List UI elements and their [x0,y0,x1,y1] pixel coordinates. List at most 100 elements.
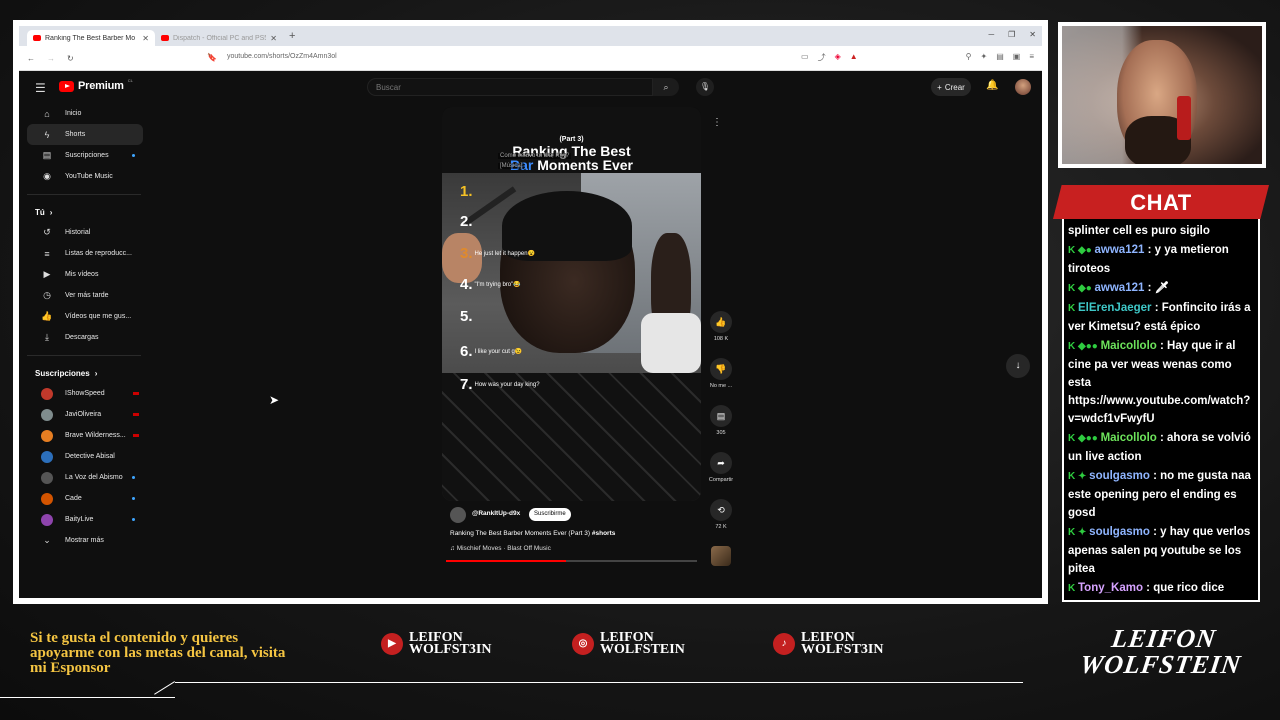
sidebar-channel-ishowspeed[interactable]: IShowSpeed [27,383,143,404]
caption-text: Como estuvo tu día, Rey? [498,153,572,159]
new-tab-button[interactable]: + [289,30,295,42]
close-tab-icon[interactable]: ✕ [270,34,277,43]
chat-message: K ◆● awwa121 : 🗡 [1068,279,1254,298]
sidebar-item-youtube-music[interactable]: ◉ YouTube Music [27,166,143,187]
shorts-player[interactable]: (Part 3) Ranking The Best Bar Moments Ev… [442,107,701,501]
dislike-button[interactable]: 👎 No me ... [707,358,735,389]
sidebar-channel-baitylive[interactable]: BaityLive [27,509,143,530]
thumbs-up-icon: 👍 [710,311,732,333]
sidebar-item-label: YouTube Music [65,173,113,180]
sidebar-item-ver-mas-tarde[interactable]: ◷ Ver más tarde [27,285,143,306]
share-button[interactable]: ➦ Compartir [707,452,735,483]
hamburger-menu-icon[interactable]: ☰ [35,81,46,95]
chat-username: soulgasmo [1089,470,1150,482]
sidebar-item-label: Suscripciones [65,152,109,159]
sidebar-item-inicio[interactable]: ⌂ Inicio [27,103,143,124]
rank-item: 2. [460,213,473,230]
subscribe-button[interactable]: Suscribirme [529,508,571,521]
more-options-icon[interactable]: ⋮ [712,117,722,128]
sidebar-item-label: La Voz del Abismo [65,474,123,481]
video-title[interactable]: Ranking The Best Barber Moments Ever (Pa… [450,530,615,537]
bookmark-icon[interactable]: 🔖 [207,53,217,62]
share-icon[interactable]: ⤴ [818,52,826,63]
forward-icon[interactable]: → [47,54,55,63]
sidebar-item-descargas[interactable]: ⤓ Descargas [27,327,143,348]
chat-badges-icon: K ✦ [1068,471,1090,482]
chat-text: : 🗡 [1147,282,1170,294]
playlist-icon: ≡ [44,248,50,259]
browser-tab[interactable]: Dispatch - Official PC and PS5 Relea ✕ [155,30,283,46]
search-input[interactable]: Buscar [367,78,653,96]
logo-text: Premium [78,80,124,92]
video-title-overlay: (Part 3) Ranking The Best Bar Moments Ev… [442,107,701,173]
chat-message: K Tony_Kamo : que rico dice asjksaj [1068,579,1254,600]
chevron-down-icon: ⌄ [43,535,51,545]
chat-messages: splinter cell es puro sigilo K ◆● awwa12… [1062,219,1260,602]
sidebar-item-shorts[interactable]: ϟ Shorts [27,124,143,145]
sidebar-channel-detective-abisal[interactable]: Detective Abisal [27,446,143,467]
reload-icon[interactable]: ↻ [67,54,74,63]
instagram-icon: ◎ [572,633,594,655]
microphone-icon[interactable]: 🎙 [696,78,714,96]
thumbs-down-icon: 👎 [710,358,732,380]
video-title-text: Ranking The Best Barber Moments Ever (Pa… [450,530,591,537]
puzzle-icon[interactable]: ✦ [981,52,988,63]
cast-icon[interactable]: ▭ [801,52,809,63]
new-content-dot [132,497,135,500]
sidebar-item-mis-videos[interactable]: ▶ Mis vídeos [27,264,143,285]
sidebar-channel-javioliveira[interactable]: JaviOliveira [27,404,143,425]
plus-icon: + [937,82,942,92]
video-hashtag[interactable]: #shorts [592,530,615,537]
chat-badges-icon: K ◆● [1068,283,1095,294]
minimize-icon[interactable]: ─ [988,30,994,39]
sidebar-item-suscripciones[interactable]: ▤ Suscripciones [27,145,143,166]
comment-count: 305 [716,430,726,436]
extension-triangle-icon[interactable]: ▲ [850,52,858,63]
close-tab-icon[interactable]: ✕ [142,34,149,43]
youtube-premium-logo[interactable]: Premium CL [59,78,133,92]
watch-later-icon: ◷ [43,290,51,300]
sidebar: ⌂ Inicio ϟ Shorts ▤ Suscripciones ◉ YouT… [19,103,149,598]
pin-icon[interactable]: ⚲ [966,52,972,63]
video-progress-bar[interactable] [446,560,697,562]
remix-icon: ⟲ [710,499,732,521]
browser-tab-active[interactable]: Ranking The Best Barber Mo ✕ [27,30,155,46]
sidebar-item-label: Shorts [65,131,86,138]
show-more-button[interactable]: ⌄ Mostrar más [27,530,143,551]
restore-icon[interactable]: ❐ [1008,30,1015,39]
sidebar-item-liked-videos[interactable]: 👍 Vídeos que me gus... [27,306,143,327]
account-avatar[interactable] [1015,79,1031,95]
notifications-bell-icon[interactable]: 🔔 [986,80,998,91]
channel-name[interactable]: @RankItUp-d9x [472,510,520,517]
back-icon[interactable]: ← [27,54,35,63]
menu-icon[interactable]: ≡ [1029,52,1034,63]
sidebar-item-listas[interactable]: ≡ Listas de reproducc... [27,243,143,264]
remix-button[interactable]: ⟲ 72 K [707,499,735,530]
channel-avatar[interactable] [450,507,466,523]
section-header-tu[interactable]: Tú › [19,202,149,222]
sidebar-icon[interactable]: ▤ [996,52,1004,63]
sidebar-channel-brave-wilderness[interactable]: Brave Wilderness... [27,425,143,446]
next-short-button[interactable]: ↓ [1006,354,1030,378]
microphone-icon [1177,96,1191,140]
video-background-shirt [641,313,701,373]
close-window-icon[interactable]: ✕ [1029,30,1036,39]
rank-number: 4. [460,276,473,293]
remix-count: 72 K [715,524,727,530]
extension-brave-icon[interactable]: ◈ [835,52,841,63]
url-field[interactable]: youtube.com/shorts/OzZm4Amn3ol [227,53,707,65]
sidebar-channel-cade[interactable]: Cade [27,488,143,509]
wallet-icon[interactable]: ▣ [1013,52,1021,63]
search-icon[interactable]: ⌕ [653,78,679,96]
comments-button[interactable]: ▤ 305 [707,405,735,436]
chat-username: Maicollolo [1100,340,1157,352]
sidebar-item-historial[interactable]: ↺ Historial [27,222,143,243]
music-credit[interactable]: ♫ Mischief Moves · Blast Off Music [450,545,551,552]
video-frame[interactable]: 1. 2. 3. He just let it happen😮 4. "I'm … [442,173,701,501]
sidebar-channel-la-voz-del-abismo[interactable]: La Voz del Abismo [27,467,143,488]
section-header-suscripciones[interactable]: Suscripciones › [19,363,149,383]
social-handle-line2: WOLFST3IN [409,642,492,657]
like-button[interactable]: 👍 108 K [707,311,735,342]
create-button[interactable]: + Crear [931,78,971,96]
sound-thumbnail[interactable] [707,546,735,566]
